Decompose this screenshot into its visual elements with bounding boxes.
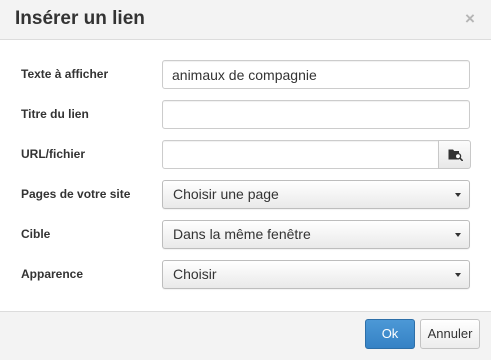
caret-down-icon	[455, 273, 461, 277]
folder-search-icon	[448, 149, 463, 161]
url-label: URL/fichier	[21, 147, 86, 161]
appearance-selected: Choisir	[173, 266, 217, 282]
cancel-button[interactable]: Annuler	[420, 319, 480, 349]
insert-link-dialog: Insérer un lien × Texte à afficher Titre…	[0, 0, 491, 360]
site-pages-selected: Choisir une page	[173, 186, 279, 202]
ok-button[interactable]: Ok	[365, 319, 415, 349]
dialog-title: Insérer un lien	[15, 8, 145, 29]
target-selected: Dans la même fenêtre	[173, 226, 311, 242]
close-icon[interactable]: ×	[463, 10, 477, 28]
caret-down-icon	[455, 233, 461, 237]
browse-files-button[interactable]	[438, 140, 471, 169]
link-title-label: Titre du lien	[21, 107, 89, 121]
url-input[interactable]	[162, 140, 439, 169]
target-select[interactable]: Dans la même fenêtre	[162, 220, 470, 249]
site-pages-label: Pages de votre site	[21, 187, 131, 201]
dialog-header: Insérer un lien ×	[0, 0, 491, 40]
appearance-select[interactable]: Choisir	[162, 260, 470, 289]
text-to-display-label: Texte à afficher	[21, 67, 109, 81]
link-title-input[interactable]	[162, 100, 470, 129]
text-to-display-input[interactable]	[162, 60, 470, 89]
site-pages-select[interactable]: Choisir une page	[162, 180, 470, 209]
dialog-footer	[0, 311, 491, 360]
appearance-label: Apparence	[21, 267, 84, 281]
caret-down-icon	[455, 193, 461, 197]
target-label: Cible	[21, 227, 51, 241]
